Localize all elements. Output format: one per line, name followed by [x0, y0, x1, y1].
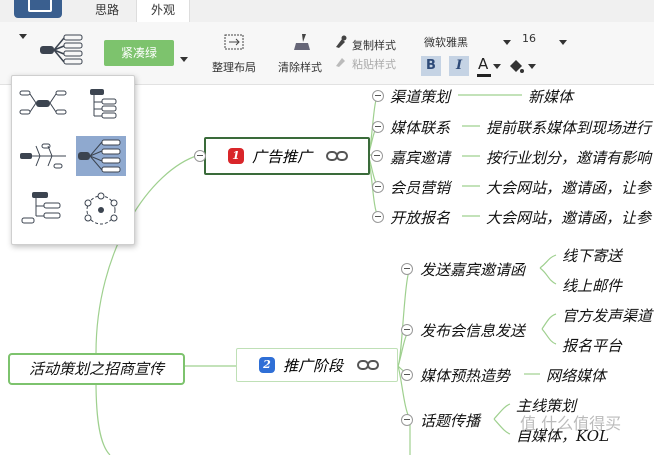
list-item[interactable]: 媒体联系	[390, 117, 450, 138]
list-item[interactable]: 话题传播	[420, 410, 480, 431]
layout-option-logic-center[interactable]	[18, 84, 68, 124]
list-item-detail[interactable]: 线下寄送	[562, 245, 622, 266]
collapse-icon[interactable]	[372, 121, 384, 133]
link-icon[interactable]	[357, 359, 379, 371]
priority-2-badge: 2	[259, 357, 275, 373]
layout-option-org-tree[interactable]	[76, 84, 126, 124]
list-item-detail[interactable]: 按行业划分，邀请有影响	[486, 147, 651, 168]
collapse-branch-1-children-icon[interactable]	[371, 150, 383, 162]
collapse-icon[interactable]	[401, 369, 413, 381]
list-item-detail[interactable]: 线上邮件	[562, 275, 622, 296]
branch-node-1[interactable]: 1 广告推广	[204, 137, 370, 175]
list-item[interactable]: 开放报名	[390, 207, 450, 228]
layout-option-radial[interactable]	[76, 188, 126, 228]
layout-radial-icon	[84, 192, 118, 225]
collapse-icon[interactable]	[401, 324, 413, 336]
branch-1-label: 广告推广	[252, 148, 313, 166]
list-item-detail[interactable]: 新媒体	[528, 86, 573, 107]
list-item[interactable]: 媒体预热造势	[420, 365, 510, 386]
list-item[interactable]: 发送嘉宾邀请函	[420, 259, 525, 280]
watermark: 值 什么值得买	[520, 414, 622, 433]
list-item[interactable]: 会员营销	[390, 177, 450, 198]
collapse-icon[interactable]	[401, 263, 413, 275]
list-item[interactable]: 嘉宾邀请	[390, 147, 450, 168]
collapse-icon[interactable]	[372, 211, 384, 223]
root-node[interactable]: 活动策划之招商宣传	[8, 353, 185, 385]
list-item[interactable]: 渠道策划	[390, 86, 450, 107]
layout-structure-popup	[11, 75, 135, 245]
list-item-detail[interactable]: 大会网站，邀请函，让参	[486, 207, 651, 228]
list-item-detail[interactable]: 报名平台	[562, 335, 622, 356]
collapse-icon[interactable]	[401, 414, 413, 426]
link-icon[interactable]	[326, 150, 348, 162]
layout-org-tree-icon	[90, 89, 117, 119]
layout-tree-down-icon	[21, 192, 61, 224]
layout-fishbone-icon	[20, 143, 66, 169]
priority-1-badge: 1	[228, 148, 244, 164]
layout-option-fishbone[interactable]	[18, 136, 68, 176]
branch-node-2[interactable]: 2 推广阶段	[236, 348, 398, 382]
layout-option-tree-down[interactable]	[18, 188, 68, 228]
layout-option-logic-right[interactable]	[76, 136, 126, 176]
list-item-detail[interactable]: 官方发声渠道	[562, 305, 652, 326]
collapse-branch-1-icon[interactable]	[194, 150, 206, 162]
layout-logic-center-icon	[19, 90, 67, 115]
branch-2-label: 推广阶段	[283, 357, 344, 375]
list-item[interactable]: 发布会信息发送	[420, 320, 525, 341]
layout-logic-right-icon	[78, 139, 121, 173]
list-item-detail[interactable]: 大会网站，邀请函，让参	[486, 177, 651, 198]
list-item-detail[interactable]: 提前联系媒体到现场进行	[486, 117, 651, 138]
collapse-icon[interactable]	[372, 90, 384, 102]
collapse-icon[interactable]	[372, 181, 384, 193]
list-item-detail[interactable]: 网络媒体	[546, 365, 606, 386]
